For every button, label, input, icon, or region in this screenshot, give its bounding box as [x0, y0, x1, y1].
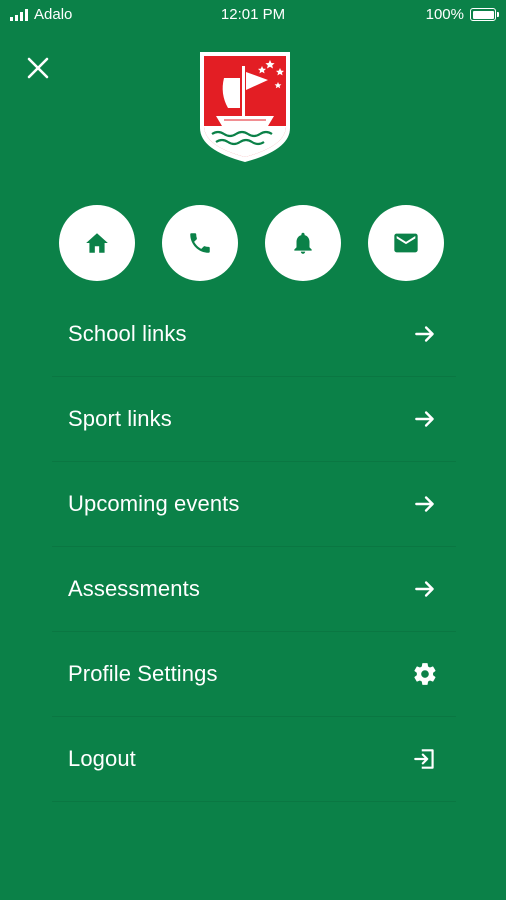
home-icon: [86, 233, 108, 253]
menu-item-label: Upcoming events: [68, 491, 240, 516]
menu-item-label: Logout: [68, 746, 136, 771]
close-icon: [27, 57, 49, 79]
quick-actions: [0, 205, 506, 281]
menu-item-profile-settings[interactable]: Profile Settings: [52, 632, 456, 717]
status-bar: Adalo 12:01 PM 100%: [0, 0, 506, 30]
arrow-right-icon: [415, 581, 434, 597]
menu-item-logout[interactable]: Logout: [52, 717, 456, 802]
phone-button[interactable]: [162, 205, 238, 281]
logout-icon: [414, 749, 434, 769]
menu-item-label: Sport links: [68, 406, 172, 431]
menu-list: School links Sport links Upcoming events…: [52, 292, 456, 802]
menu-item-school-links[interactable]: School links: [52, 292, 456, 377]
arrow-right-icon: [415, 326, 434, 342]
menu-item-sport-links[interactable]: Sport links: [52, 377, 456, 462]
phone-icon: [190, 233, 210, 253]
menu-item-label: School links: [68, 321, 187, 346]
arrow-right-icon: [415, 411, 434, 427]
bell-icon: [294, 232, 312, 254]
arrow-right-icon: [415, 496, 434, 512]
home-button[interactable]: [59, 205, 135, 281]
menu-item-label: Assessments: [68, 576, 200, 601]
notifications-button[interactable]: [265, 205, 341, 281]
menu-item-label: Profile Settings: [68, 661, 218, 686]
mail-icon: [394, 233, 418, 253]
gear-icon: [414, 663, 436, 685]
status-right: 100%: [425, 6, 499, 23]
menu-item-assessments[interactable]: Assessments: [52, 547, 456, 632]
close-button[interactable]: [24, 54, 52, 82]
battery-icon: [470, 8, 499, 21]
school-crest-logo: [198, 50, 292, 164]
mail-button[interactable]: [368, 205, 444, 281]
menu-item-upcoming-events[interactable]: Upcoming events: [52, 462, 456, 547]
battery-percent: 100%: [425, 6, 464, 23]
